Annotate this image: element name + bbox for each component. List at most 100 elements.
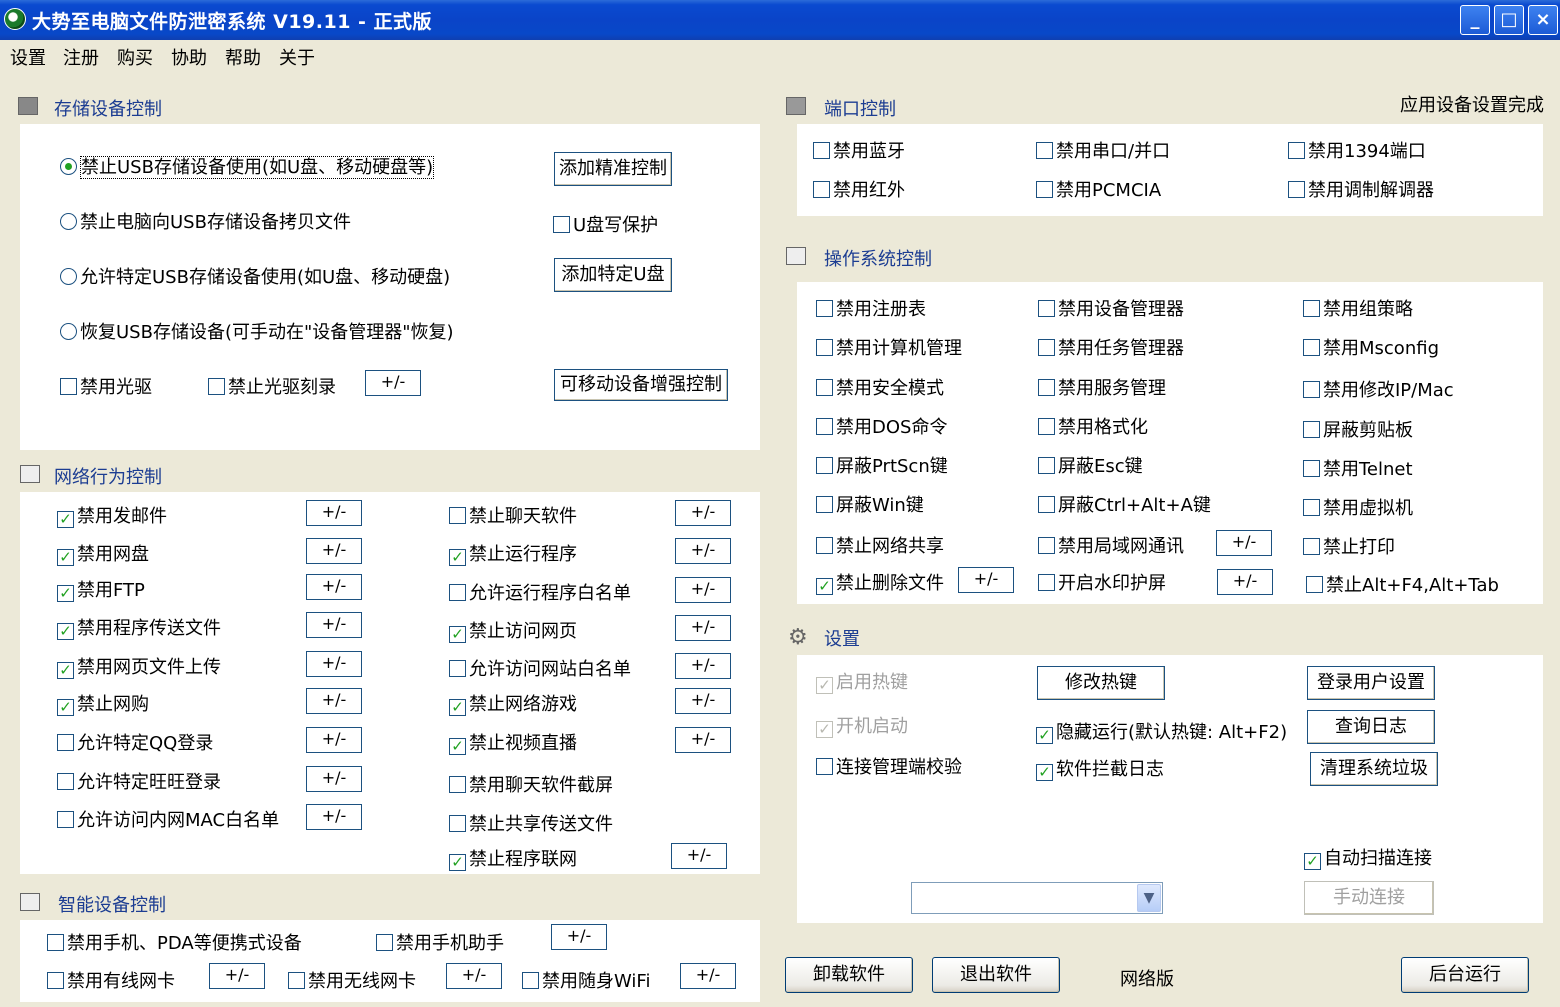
checkbox[interactable] [1303, 538, 1320, 555]
network-left-item-4[interactable]: ✓ 禁用网页文件上传 [57, 653, 221, 679]
radio-block-copy[interactable]: 禁止电脑向USB存储设备拷贝文件 [60, 208, 351, 234]
checkbox-disable-infrared[interactable]: 禁用红外 [813, 176, 905, 202]
network-left-item-3[interactable]: ✓ 禁用程序传送文件 [57, 614, 221, 640]
checkbox[interactable]: ✓ [57, 511, 74, 528]
checkbox-disable-wired-nic[interactable]: 禁用有线网卡 [47, 967, 175, 993]
network-right-item-8[interactable]: 禁止共享传送文件 [449, 810, 613, 836]
menu-assist[interactable]: 协助 [171, 44, 207, 70]
checkbox[interactable] [816, 496, 833, 513]
wired-nic-plus-minus[interactable]: +/- [209, 963, 265, 989]
network-right-item-3[interactable]: ✓ 禁止访问网页 [449, 617, 577, 643]
checkbox-disable-phone-pda[interactable]: 禁用手机、PDA等便携式设备 [47, 929, 302, 955]
menu-buy[interactable]: 购买 [117, 44, 153, 70]
os-col3-item-6[interactable]: 禁止打印 [1303, 533, 1395, 559]
checkbox-disable-phone-assistant[interactable]: 禁用手机助手 [376, 929, 504, 955]
checkbox[interactable] [47, 972, 64, 989]
network-right-plus-minus-0[interactable]: +/- [675, 500, 731, 526]
os-col3-item-7[interactable]: 禁止Alt+F4,Alt+Tab [1306, 571, 1499, 597]
checkbox[interactable]: ✓ [57, 623, 74, 640]
checkbox[interactable]: ✓ [449, 626, 466, 643]
checkbox[interactable] [1288, 181, 1305, 198]
checkbox[interactable] [1038, 574, 1055, 591]
checkbox[interactable]: ✓ [1036, 764, 1053, 781]
checkbox-disable-portable-wifi[interactable]: 禁用随身WiFi [522, 967, 650, 993]
os-col1-item-4[interactable]: 屏蔽PrtScn键 [816, 452, 948, 478]
maximize-button[interactable]: □ [1494, 5, 1524, 35]
checkbox[interactable] [816, 379, 833, 396]
wireless-nic-plus-minus[interactable]: +/- [446, 963, 502, 989]
radio-button[interactable] [60, 323, 77, 340]
checkbox-verify-admin-connection[interactable]: 连接管理端校验 [816, 753, 962, 779]
server-combo-box[interactable]: ▼ [911, 882, 1163, 914]
checkbox[interactable] [816, 339, 833, 356]
network-left-item-0[interactable]: ✓ 禁用发邮件 [57, 502, 167, 528]
network-left-plus-minus-3[interactable]: +/- [306, 612, 362, 638]
network-left-plus-minus-8[interactable]: +/- [306, 804, 362, 830]
checkbox[interactable] [816, 758, 833, 775]
checkbox[interactable] [813, 142, 830, 159]
checkbox[interactable] [1306, 576, 1323, 593]
os-col1-item-0[interactable]: 禁用注册表 [816, 295, 926, 321]
os-watermark-plus-minus[interactable]: +/- [1217, 569, 1273, 595]
checkbox[interactable] [288, 972, 305, 989]
minimize-button[interactable]: _ [1460, 5, 1490, 35]
checkbox[interactable]: ✓ [449, 738, 466, 755]
checkbox[interactable] [57, 811, 74, 828]
phone-assistant-plus-minus[interactable]: +/- [551, 924, 607, 950]
chevron-down-icon[interactable]: ▼ [1137, 884, 1161, 912]
checkbox[interactable] [1038, 496, 1055, 513]
add-specific-u-button[interactable]: 添加特定U盘 [554, 258, 672, 292]
checkbox[interactable]: ✓ [816, 578, 833, 595]
checkbox-intercept-log[interactable]: ✓ 软件拦截日志 [1036, 755, 1164, 781]
checkbox[interactable]: ✓ [1304, 853, 1321, 870]
radio-button[interactable] [60, 268, 77, 285]
os-col3-item-0[interactable]: 禁用组策略 [1303, 295, 1413, 321]
os-col1-item-1[interactable]: 禁用计算机管理 [816, 334, 962, 360]
network-left-plus-minus-1[interactable]: +/- [306, 538, 362, 564]
checkbox-disable-cd-burn[interactable]: 禁止光驱刻录 [208, 373, 336, 399]
checkbox[interactable] [1303, 499, 1320, 516]
network-left-item-8[interactable]: 允许访问内网MAC白名单 [57, 806, 279, 832]
close-button[interactable]: × [1528, 5, 1558, 35]
checkbox[interactable] [813, 181, 830, 198]
network-right-plus-minus-3[interactable]: +/- [675, 615, 731, 641]
network-right-item-2[interactable]: 允许运行程序白名单 [449, 579, 631, 605]
menu-help[interactable]: 帮助 [225, 44, 261, 70]
os-col2-item-3[interactable]: 禁用格式化 [1038, 413, 1148, 439]
radio-button[interactable] [60, 158, 77, 175]
checkbox[interactable] [1303, 300, 1320, 317]
network-right-item-4[interactable]: 允许访问网站白名单 [449, 655, 631, 681]
checkbox[interactable] [449, 584, 466, 601]
os-col3-item-4[interactable]: 禁用Telnet [1303, 455, 1413, 481]
checkbox[interactable] [449, 507, 466, 524]
checkbox[interactable] [1303, 381, 1320, 398]
checkbox[interactable]: ✓ [1036, 727, 1053, 744]
checkbox[interactable]: ✓ [57, 585, 74, 602]
checkbox-hidden-run[interactable]: ✓ 隐藏运行(默认热键: Alt+F2) [1036, 718, 1287, 744]
checkbox[interactable] [1036, 181, 1053, 198]
os-col2-item-6[interactable]: 禁用局域网通讯 [1038, 532, 1184, 558]
checkbox[interactable] [1038, 379, 1055, 396]
modify-hotkey-button[interactable]: 修改热键 [1037, 666, 1165, 700]
checkbox-auto-scan-connect[interactable]: ✓ 自动扫描连接 [1304, 844, 1432, 870]
menu-register[interactable]: 注册 [63, 44, 99, 70]
network-left-plus-minus-5[interactable]: +/- [306, 688, 362, 714]
checkbox-disable-pcmcia[interactable]: 禁用PCMCIA [1036, 176, 1161, 202]
network-right-item-9[interactable]: ✓ 禁止程序联网 [449, 845, 577, 871]
checkbox-disable-cdrom[interactable]: 禁用光驱 [60, 373, 152, 399]
checkbox-disable-serial-parallel[interactable]: 禁用串口/并口 [1036, 137, 1170, 163]
network-right-plus-minus-5[interactable]: +/- [675, 688, 731, 714]
checkbox[interactable] [1303, 421, 1320, 438]
checkbox-u-write-protect[interactable]: U盘写保护 [553, 211, 658, 237]
network-right-item-1[interactable]: ✓ 禁止运行程序 [449, 540, 577, 566]
checkbox[interactable] [449, 815, 466, 832]
network-left-item-5[interactable]: ✓ 禁止网购 [57, 690, 149, 716]
checkbox[interactable] [208, 378, 225, 395]
network-right-plus-minus-6[interactable]: +/- [675, 727, 731, 753]
network-left-item-7[interactable]: 允许特定旺旺登录 [57, 768, 221, 794]
checkbox[interactable] [553, 216, 570, 233]
os-col1-item-3[interactable]: 禁用DOS命令 [816, 413, 947, 439]
checkbox[interactable]: ✓ [57, 662, 74, 679]
exit-button[interactable]: 退出软件 [932, 957, 1060, 993]
os-col2-item-5[interactable]: 屏蔽Ctrl+Alt+A键 [1038, 491, 1211, 517]
